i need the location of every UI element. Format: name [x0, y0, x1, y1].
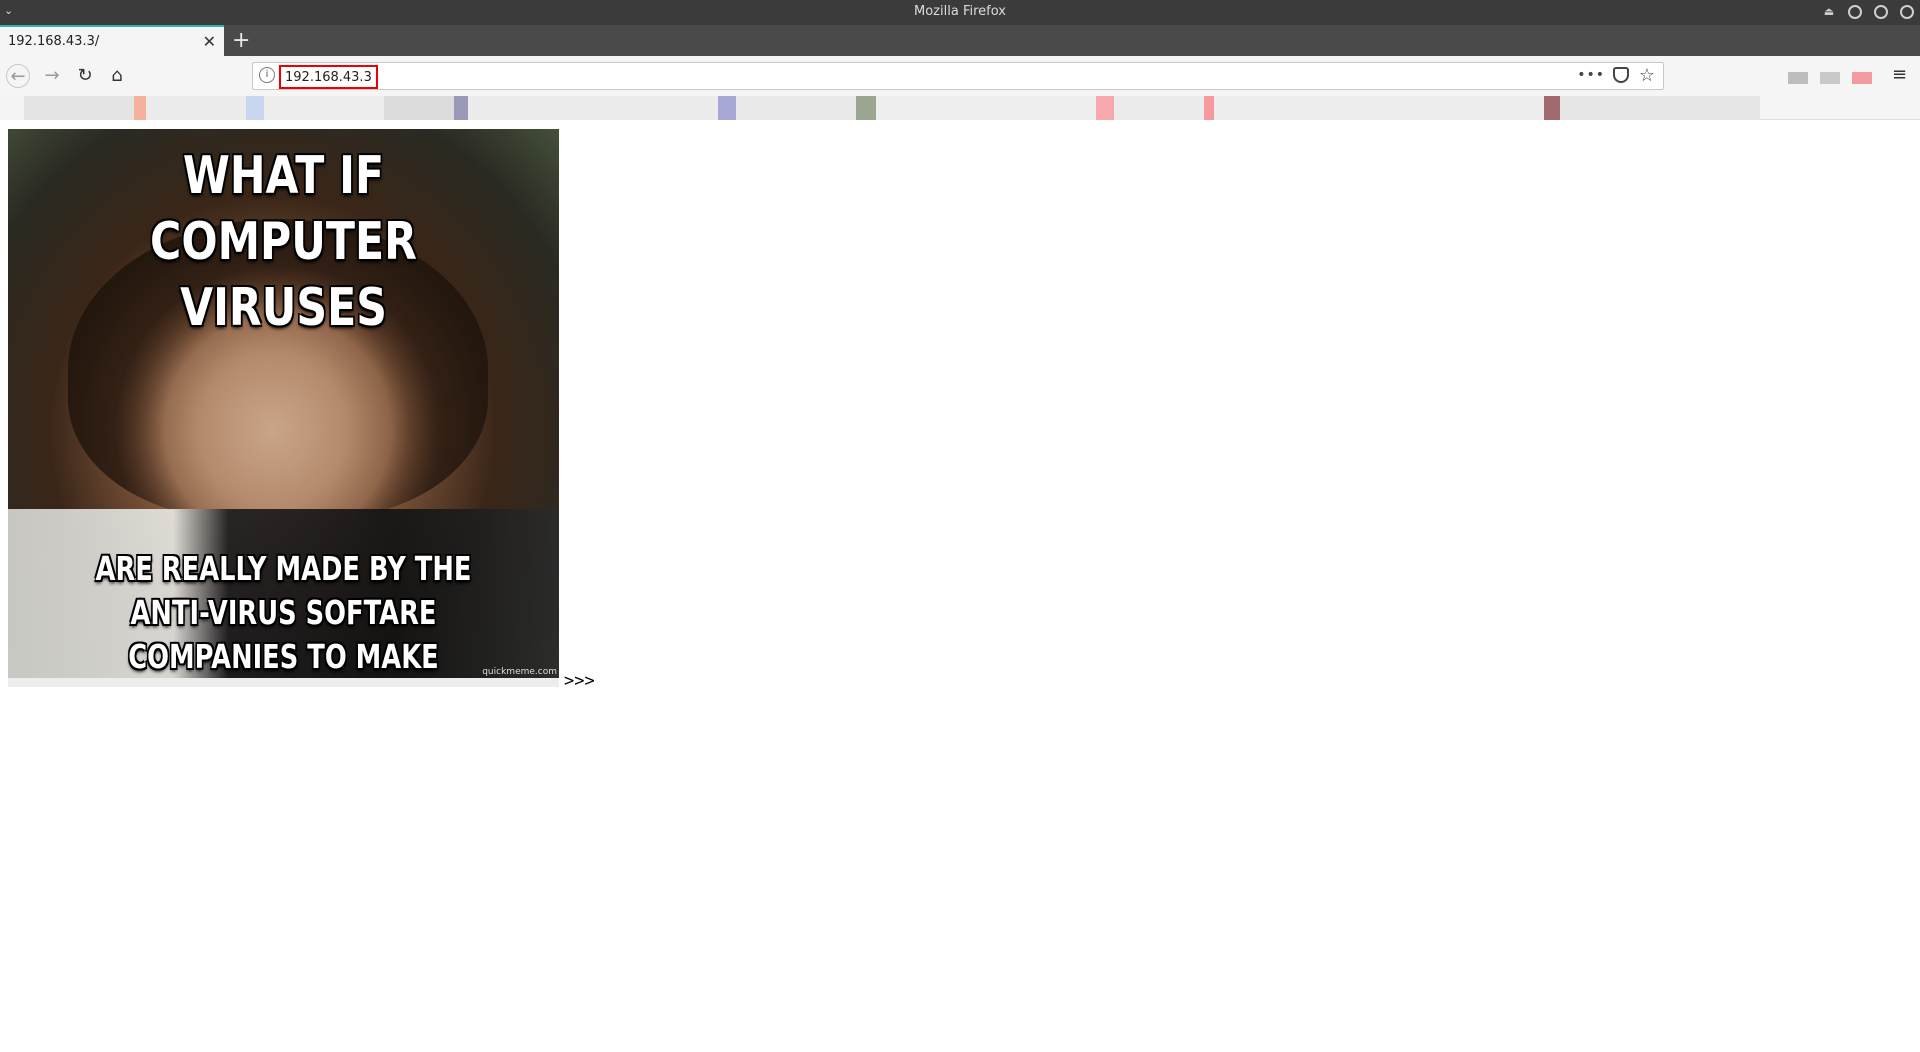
menu-hamburger-icon[interactable]: ≡	[1892, 64, 1907, 85]
page-content: WHAT IF COMPUTER VIRUSES ARE REALLY MADE…	[0, 121, 1920, 1052]
pocket-icon[interactable]	[1613, 67, 1629, 83]
bookmark-star-icon[interactable]: ☆	[1639, 65, 1655, 86]
bookmark-item[interactable]	[1114, 96, 1204, 120]
bookmark-item[interactable]	[1560, 96, 1760, 120]
extension-icon[interactable]	[1820, 72, 1840, 84]
bookmark-item[interactable]	[718, 96, 736, 120]
back-button[interactable]: ←	[6, 64, 30, 88]
tab-close-icon[interactable]: ✕	[203, 32, 216, 51]
close-window-button[interactable]	[1900, 5, 1914, 19]
bookmark-item[interactable]	[134, 96, 146, 120]
meme-bottom-caption: ARE REALLY MADE BY THE ANTI-VIRUS SOFTAR…	[95, 549, 472, 676]
page-actions-icon[interactable]: •••	[1577, 67, 1605, 83]
bookmark-item[interactable]	[1544, 96, 1560, 120]
bookmark-item[interactable]	[876, 96, 1096, 120]
tab-active[interactable]: 192.168.43.3/ ✕	[0, 25, 224, 56]
extension-icon[interactable]	[1788, 72, 1808, 84]
image-underline	[8, 678, 559, 687]
url-text[interactable]: 192.168.43.3	[279, 65, 378, 89]
extension-icon[interactable]	[1852, 72, 1872, 84]
bookmark-item[interactable]	[468, 96, 718, 120]
window-titlebar: ⌄ Mozilla Firefox ⏏	[0, 0, 1920, 25]
bookmarks-toolbar	[0, 96, 1920, 120]
bookmark-item[interactable]	[1214, 96, 1544, 120]
reload-button[interactable]: ↻	[73, 64, 97, 88]
url-bar[interactable]: i 192.168.43.3 ••• ☆	[252, 62, 1664, 90]
home-button[interactable]: ⌂	[105, 64, 129, 88]
bookmark-item[interactable]	[736, 96, 856, 120]
minimize-button[interactable]	[1848, 5, 1862, 19]
bookmark-item[interactable]	[264, 96, 384, 120]
bookmark-item[interactable]	[1204, 96, 1214, 120]
tab-strip: 192.168.43.3/ ✕ +	[0, 25, 1920, 56]
bookmark-item[interactable]	[384, 96, 454, 120]
eject-icon[interactable]: ⏏	[1822, 5, 1836, 19]
meme-watermark: quickmeme.com	[482, 667, 557, 677]
site-info-icon[interactable]: i	[259, 67, 275, 83]
maximize-button[interactable]	[1874, 5, 1888, 19]
meme-image[interactable]: WHAT IF COMPUTER VIRUSES ARE REALLY MADE…	[8, 129, 559, 678]
bookmark-item[interactable]	[856, 96, 876, 120]
window-title: Mozilla Firefox	[914, 4, 1006, 19]
meme-top-caption: WHAT IF COMPUTER VIRUSES	[150, 146, 417, 338]
next-link[interactable]: >>>	[564, 671, 595, 691]
window-controls: ⏏	[1822, 5, 1914, 19]
bookmark-item[interactable]	[454, 96, 468, 120]
new-tab-button[interactable]: +	[232, 28, 250, 53]
tab-label: 192.168.43.3/	[8, 34, 100, 49]
navigation-toolbar: ← → ↻ ⌂ i 192.168.43.3 ••• ☆ ≡	[0, 56, 1920, 96]
forward-button[interactable]: →	[40, 64, 64, 88]
bookmark-item[interactable]	[146, 96, 246, 120]
bookmark-item[interactable]	[24, 96, 134, 120]
bookmark-item[interactable]	[0, 96, 24, 120]
bookmark-item[interactable]	[1096, 96, 1114, 120]
bookmark-item[interactable]	[246, 96, 264, 120]
